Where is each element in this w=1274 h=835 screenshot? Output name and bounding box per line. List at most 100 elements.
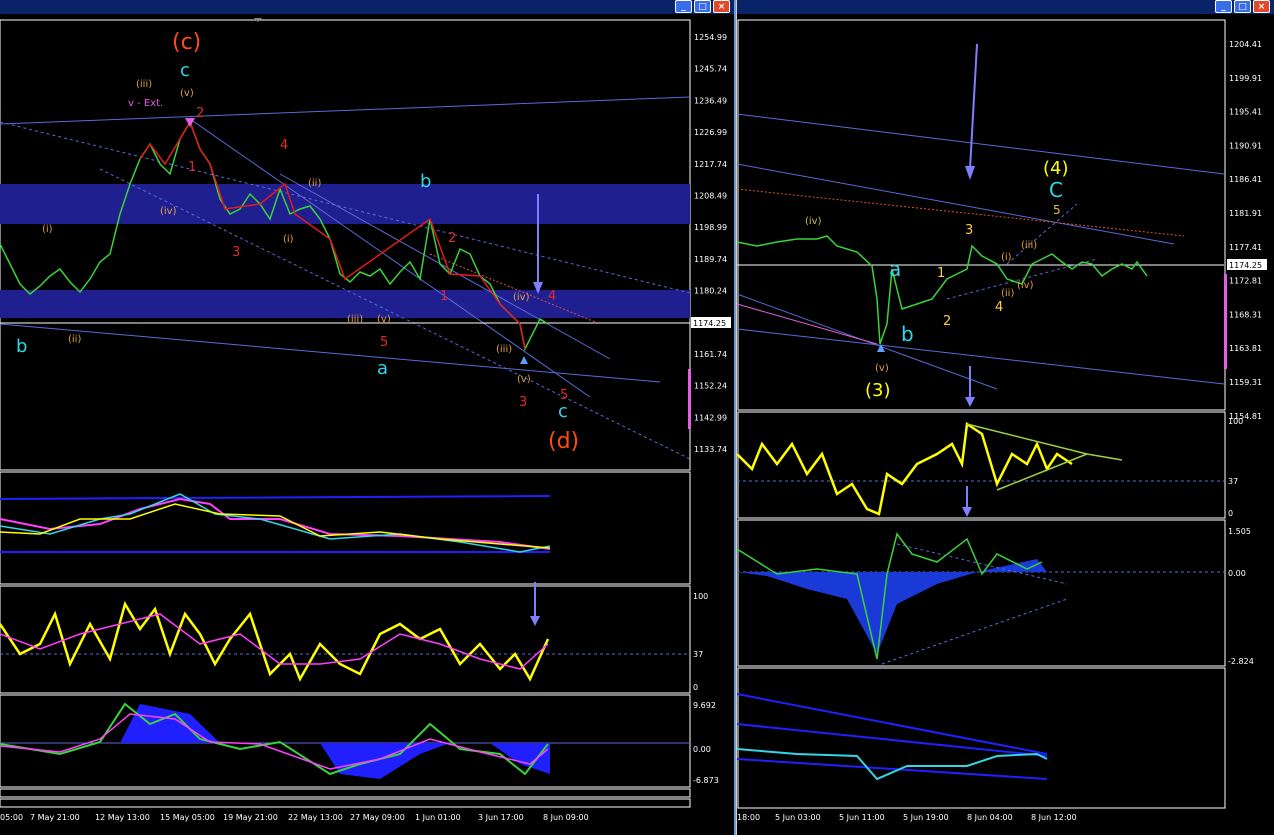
wave-label-c-low: c [558,401,568,422]
axis-tick-label: 1195.41 [1229,108,1262,117]
axis-tick-label: 1172.81 [1229,277,1262,286]
wave-label-v-ext: v - Ext. [128,98,163,109]
wave-label: (i) [42,224,53,235]
axis-tick-label: 1159.31 [1229,378,1262,387]
time-axis-label: 5 Jun 19:00 [903,813,949,822]
axis-tick-label: 1199.91 [1229,74,1262,83]
right-macd-axis-bottom: -2.824 [1228,657,1254,666]
wave-label: 2 [196,106,204,121]
axis-tick-label: 1180.24 [694,287,727,296]
wave-label: (v) [377,314,391,325]
wave-label: 1 [440,289,448,304]
time-axis-label: 8 Jun 12:00 [1031,813,1077,822]
time-axis-label: 1 Jun 01:00 [415,813,461,822]
support-zone [0,290,690,318]
wave-label: (iii) [496,344,512,355]
wave-label-c: c [180,60,190,81]
current-price-tag: 1174.25 [693,319,726,328]
axis-tick-label: 1208.49 [694,192,727,201]
wave-label: (ii) [308,178,321,189]
left-chart-window[interactable]: _ □ × (c) c (iii) (v) v - Ext. 2 1 4 3 5… [0,0,736,835]
maximize-icon[interactable]: □ [1234,0,1251,13]
wave-label: (iii) [1021,240,1037,251]
time-axis-label: 18:00 [737,813,760,822]
wave-label-4: (4) [1043,158,1069,179]
wave-label: (v) [875,363,889,374]
wave-label-3: (3) [865,380,891,401]
wave-label: 4 [548,289,556,304]
wave-label: 2 [943,314,951,329]
axis-tick-label: 1198.99 [694,223,727,232]
axis-tick-label: 1177.41 [1229,243,1262,252]
minimize-icon[interactable]: _ [675,0,692,13]
stoch-axis-0: 0 [693,683,698,692]
wave-label: (iii) [347,314,363,325]
wave-label: 4 [280,138,288,153]
resistance-zone [0,184,690,224]
axis-tick-label: 1226.99 [694,128,727,137]
time-axis-label: 8 Jun 04:00 [967,813,1013,822]
wave-label: (v) [517,374,531,385]
rsi-axis-0: 0 [1228,509,1233,518]
wave-label: 3 [232,245,240,260]
wave-label: (iv) [513,292,530,303]
time-axis-label: 7 May 21:00 [30,813,80,822]
right-current-price-tag: 1174.25 [1229,261,1262,270]
wave-label-c-primary: (c) [172,30,201,55]
wave-label: 5 [560,388,568,403]
maximize-icon[interactable]: □ [694,0,711,13]
axis-tick-label: 1189.74 [694,255,727,264]
minimize-icon[interactable]: _ [1215,0,1232,13]
time-axis-label: 3 Jun 17:00 [478,813,524,822]
wave-label: 3 [519,395,527,410]
axis-tick-label: 1152.24 [694,382,727,391]
wave-label: (i) [283,234,294,245]
axis-tick-label: 1163.81 [1229,344,1262,353]
axis-tick-label: 1204.41 [1229,40,1262,49]
left-chart-canvas[interactable]: (c) c (iii) (v) v - Ext. 2 1 4 3 5 b a b… [0,14,734,835]
wave-label: (i) [1001,252,1012,263]
wave-label: 3 [965,223,973,238]
time-axis-label: 12 May 13:00 [95,813,150,822]
wave-label: (ii) [1001,288,1014,299]
wave-label: (iv) [160,206,177,217]
time-axis-label: 05:00 [0,813,23,822]
right-chart-canvas[interactable]: (4) C 5 3 (iv) (iii) (i) (ii) (iv) a b 1… [737,14,1274,835]
close-icon[interactable]: × [713,0,730,13]
wave-label: (iv) [805,216,822,227]
wave-label: 5 [1053,203,1061,217]
right-window-titlebar[interactable]: _ □ × [737,0,1274,14]
wave-label-b: b [901,322,914,346]
wave-label: 1 [937,266,945,281]
time-axis-label: 15 May 05:00 [160,813,215,822]
wave-label: 4 [995,300,1003,315]
right-macd-axis-top: 1.505 [1228,527,1251,536]
axis-tick-label: 1133.74 [694,445,727,454]
close-icon[interactable]: × [1253,0,1270,13]
wave-label: 1 [188,160,196,175]
wave-label-d: (d) [548,429,579,454]
wave-label: 2 [448,231,456,246]
time-axis-label: 5 Jun 03:00 [775,813,821,822]
wave-label: (iii) [136,79,152,90]
time-axis-label: 5 Jun 11:00 [839,813,885,822]
axis-tick-label: 1181.91 [1229,209,1262,218]
right-chart-window[interactable]: _ □ × (4) C 5 3 (iv) (iii) (i) (ii) (iv)… [737,0,1274,835]
wave-label: (ii) [68,334,81,345]
time-axis-label: 27 May 09:00 [350,813,405,822]
left-window-titlebar[interactable]: _ □ × [0,0,734,14]
right-macd-axis-zero: 0.00 [1228,569,1246,578]
stoch-axis-100: 100 [693,592,708,601]
wave-label-b: b [420,171,431,192]
macd-axis-bottom: -6.873 [693,776,719,785]
time-axis-label: 22 May 13:00 [288,813,343,822]
axis-tick-label: 1236.49 [694,96,727,105]
rsi-axis-37: 37 [1228,477,1238,486]
stoch-axis-37: 37 [693,650,703,659]
wave-label-a: a [377,358,388,379]
wave-label-b-left: b [16,336,27,357]
axis-tick-label: 1245.74 [694,65,727,74]
axis-tick-label: 1190.91 [1229,141,1262,150]
axis-tick-label: 1161.74 [694,350,727,359]
axis-tick-label: 1254.99 [694,33,727,42]
